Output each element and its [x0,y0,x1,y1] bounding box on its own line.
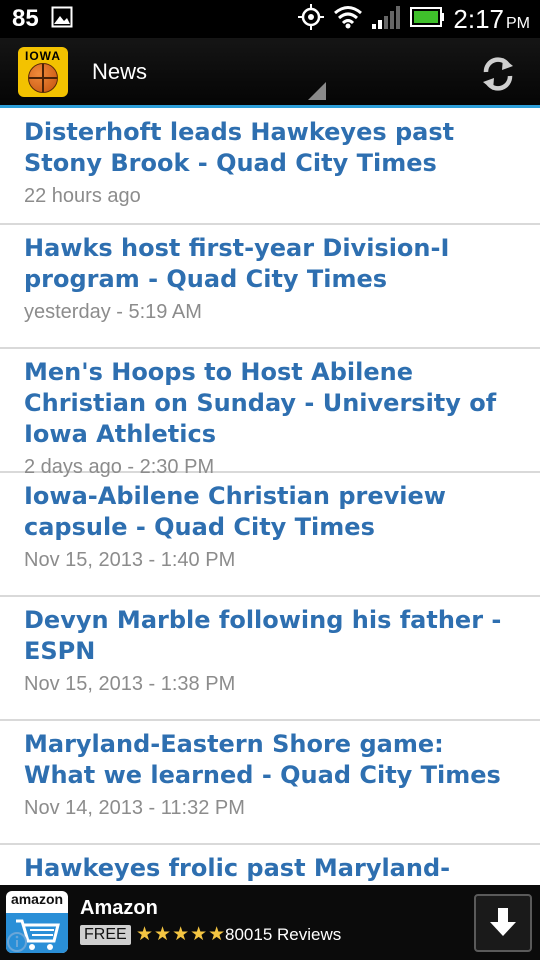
review-count: 80015 Reviews [225,925,342,944]
download-arrow-icon [490,908,516,936]
ad-title: Amazon [80,897,158,919]
news-title: Men's Hoops to Host Abilene Christian on… [24,358,497,448]
download-button[interactable] [474,894,532,952]
news-item[interactable]: Devyn Marble following his father - ESPN… [0,597,540,721]
battery-icon [409,6,445,32]
page-title[interactable]: News [92,59,147,85]
gps-icon [297,3,325,35]
app-logo-icon[interactable]: IOWA [18,46,68,97]
free-badge: FREE [80,925,131,945]
basketball-icon [28,62,58,93]
dropdown-indicator-icon[interactable] [308,82,326,100]
news-time: yesterday - 5:19 AM [24,301,202,323]
app-logo-text: IOWA [25,48,61,63]
refresh-icon [483,57,513,91]
news-title: Maryland-Eastern Shore game: What we lea… [24,730,501,789]
clock-ampm: PM [506,14,530,32]
news-item[interactable]: Hawkeyes frolic past Maryland-Eastern [0,845,540,885]
rating-stars: ★★★★★ [136,923,227,945]
notification-count: 85 [12,5,39,32]
status-bar: 85 2:17 PM [0,0,540,38]
signal-icon [371,4,401,34]
news-item[interactable]: Men's Hoops to Host Abilene Christian on… [0,349,540,478]
action-bar: IOWA News [0,38,540,108]
image-icon [51,6,73,32]
news-title: Devyn Marble following his father - ESPN [24,606,502,665]
info-icon[interactable] [6,931,28,953]
news-title: Iowa-Abilene Christian preview capsule -… [24,482,446,541]
news-title: Hawkeyes frolic past Maryland-Eastern [24,854,451,882]
amazon-logo-text: amazon [10,891,64,907]
news-item[interactable]: Iowa-Abilene Christian preview capsule -… [0,473,540,597]
news-time: Nov 15, 2013 - 1:40 PM [24,549,236,571]
news-item[interactable]: Maryland-Eastern Shore game: What we lea… [0,721,540,845]
news-time: Nov 14, 2013 - 11:32 PM [24,797,245,819]
news-list[interactable]: Disterhoft leads Hawkeyes past Stony Bro… [0,111,540,885]
clock: 2:17 [453,3,504,34]
news-time: 22 hours ago [24,185,141,207]
news-item[interactable]: Hawks host first-year Division-I program… [0,225,540,349]
refresh-button[interactable] [478,54,518,94]
news-item[interactable]: Disterhoft leads Hawkeyes past Stony Bro… [0,111,540,225]
wifi-icon [333,5,363,33]
news-time: Nov 15, 2013 - 1:38 PM [24,673,236,695]
ad-banner[interactable]: amazon Amazon FREE ★★★★★ 80015 Reviews [0,885,540,960]
news-title: Disterhoft leads Hawkeyes past Stony Bro… [24,118,455,177]
news-title: Hawks host first-year Division-I program… [24,234,450,293]
